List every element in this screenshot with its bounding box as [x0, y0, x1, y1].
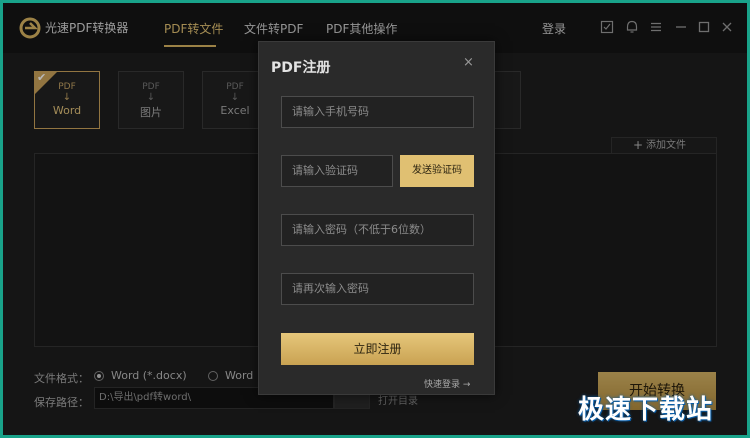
send-code-button[interactable]: 发送验证码: [400, 155, 474, 187]
phone-input[interactable]: 请输入手机号码: [281, 96, 474, 128]
dialog-close-icon[interactable]: ×: [463, 55, 474, 70]
register-dialog: PDF注册 × 请输入手机号码 请输入验证码 发送验证码 请输入密码（不低于6位…: [258, 41, 495, 395]
confirm-password-input[interactable]: 请再次输入密码: [281, 273, 474, 305]
register-button[interactable]: 立即注册: [281, 333, 474, 365]
dialog-title: PDF注册: [271, 60, 331, 76]
password-input[interactable]: 请输入密码（不低于6位数）: [281, 214, 474, 246]
verification-code-input[interactable]: 请输入验证码: [281, 155, 393, 187]
watermark-text: 极速下载站: [578, 395, 714, 425]
quick-login-link[interactable]: 快速登录 →: [424, 377, 470, 390]
app-window: 光速PDF转换器 PDF转文件 文件转PDF PDF其他操作 登录 ✔ PDF …: [0, 0, 750, 438]
